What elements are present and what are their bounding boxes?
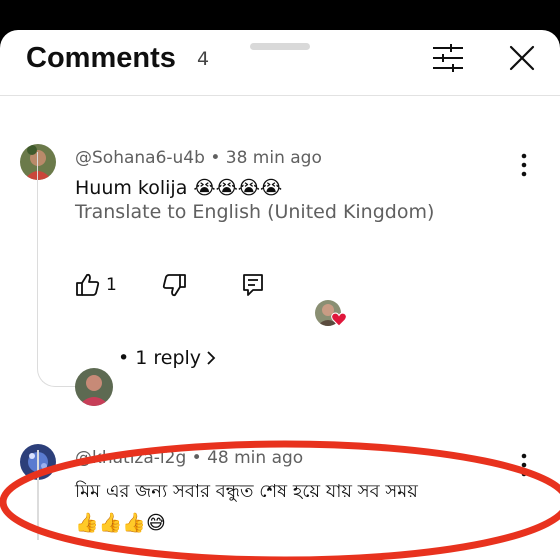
comment-meta: @khatiza-l2g • 48 min ago	[75, 446, 303, 470]
header-divider	[0, 95, 560, 96]
like-count: 1	[106, 275, 117, 295]
more-vertical-icon[interactable]	[512, 150, 536, 180]
thumbs-down-icon[interactable]	[161, 272, 187, 298]
comments-count: 4	[197, 48, 210, 70]
comment-reply-icon[interactable]	[241, 272, 265, 298]
comment-text-emoji: 👍👍👍😅	[75, 512, 166, 534]
view-replies-link[interactable]: • 1 reply	[118, 344, 201, 372]
comment-time: 48 min ago	[207, 448, 304, 468]
comment-author[interactable]: @Sohana6-u4b	[75, 148, 205, 168]
comment-text: মিম এর জন্য সবার বন্ধুত শেষ হয়ে যায় সব…	[75, 481, 418, 502]
thread-connector	[37, 152, 77, 387]
reply-avatar[interactable]	[75, 368, 113, 406]
thumbs-up-icon[interactable]	[75, 272, 101, 298]
thread-connector	[37, 450, 39, 540]
comments-header: Comments 4	[0, 40, 560, 80]
chevron-right-icon[interactable]	[204, 347, 218, 369]
comment-time: 38 min ago	[225, 148, 322, 168]
heart-icon	[331, 312, 347, 327]
sliders-icon[interactable]	[430, 42, 466, 74]
meta-separator: •	[210, 148, 226, 168]
translate-link[interactable]: Translate to English (United Kingdom)	[75, 198, 434, 226]
comment-author[interactable]: @khatiza-l2g	[75, 448, 186, 468]
comments-title: Comments	[26, 42, 176, 74]
close-icon[interactable]	[506, 42, 538, 74]
reply-count-label: 1 reply	[135, 347, 202, 369]
comment-meta: @Sohana6-u4b • 38 min ago	[75, 146, 322, 170]
more-vertical-icon[interactable]	[512, 450, 536, 480]
meta-separator: •	[191, 448, 208, 468]
